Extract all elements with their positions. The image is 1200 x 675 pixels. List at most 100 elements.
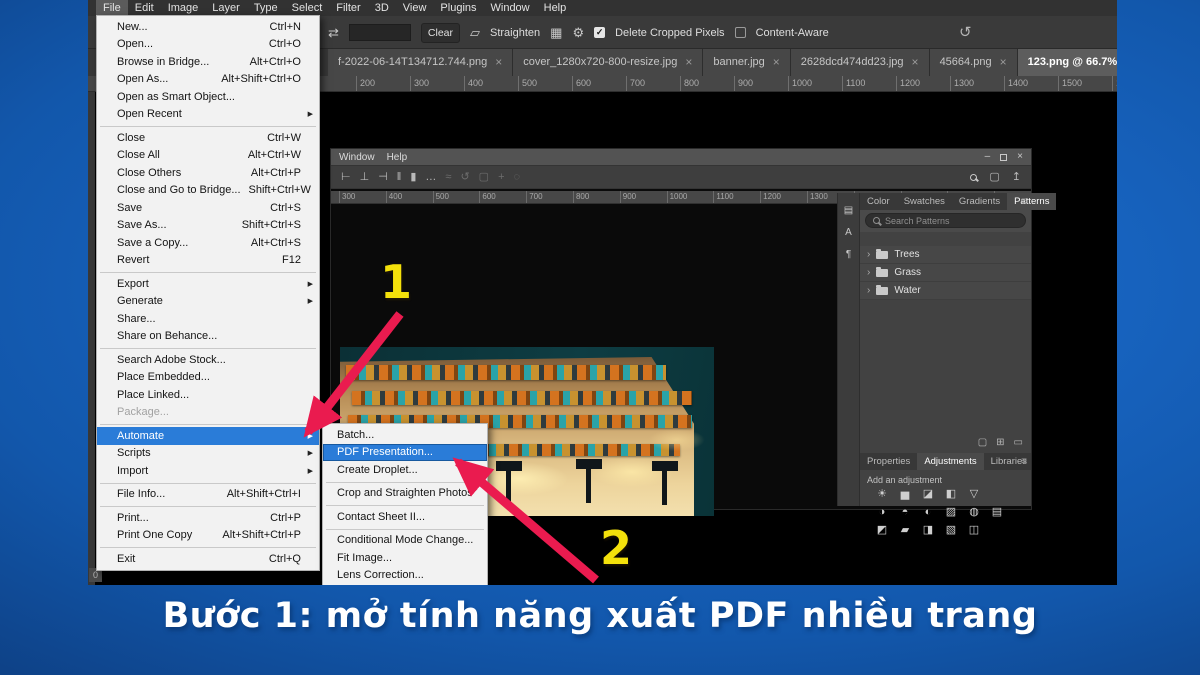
character-panel-icon[interactable]: A bbox=[845, 227, 852, 238]
grid-overlay-icon[interactable]: ▦ bbox=[550, 26, 562, 39]
panel-tab[interactable]: Color bbox=[860, 193, 897, 210]
workspace-icon[interactable]: ▢ bbox=[989, 172, 999, 183]
adjustment-icon[interactable]: ◩ bbox=[874, 524, 890, 537]
file-menu-item[interactable]: Place Linked... ▶ bbox=[97, 386, 319, 404]
adjustment-icon[interactable]: ◐ bbox=[920, 506, 936, 519]
restore-icon[interactable] bbox=[1000, 154, 1007, 161]
file-menu-item[interactable]: Search Adobe Stock... ▶ bbox=[97, 351, 319, 369]
glyphs-panel-icon[interactable]: ▤ bbox=[844, 205, 853, 216]
pattern-folder-row[interactable]: › Grass bbox=[860, 264, 1031, 282]
file-menu-item[interactable]: Close Ctrl+W ▶ bbox=[97, 129, 319, 147]
gear-icon[interactable]: ⚙ bbox=[572, 26, 584, 39]
delete-cropped-pixels-checkbox[interactable]: ✓ bbox=[594, 27, 605, 38]
automate-submenu-item[interactable]: PDF Presentation... ▶ bbox=[323, 444, 487, 462]
chevron-right-icon[interactable]: › bbox=[867, 267, 870, 278]
close-tab-icon[interactable]: × bbox=[685, 49, 692, 76]
file-menu-item[interactable]: File Info... Alt+Shift+Ctrl+I ▶ bbox=[97, 486, 319, 504]
file-menu-item[interactable]: Open as Smart Object... ▶ bbox=[97, 88, 319, 106]
file-menu-item[interactable]: Exit Ctrl+Q ▶ bbox=[97, 550, 319, 568]
panel-tab[interactable]: Swatches bbox=[897, 193, 952, 210]
panel-tab[interactable]: Patterns bbox=[1007, 193, 1056, 210]
file-menu-item[interactable]: Close All Alt+Ctrl+W ▶ bbox=[97, 147, 319, 165]
file-menu-item[interactable]: Share on Behance... ▶ bbox=[97, 328, 319, 346]
automate-submenu-item[interactable]: Batch... ▶ bbox=[323, 426, 487, 444]
document-tab[interactable]: 45664.png × bbox=[930, 49, 1018, 76]
panel-footer-icon[interactable]: ⊞ bbox=[996, 437, 1004, 451]
adjustment-icon[interactable]: ◧ bbox=[943, 488, 959, 501]
file-menu-item[interactable]: Save Ctrl+S ▶ bbox=[97, 199, 319, 217]
inner-menubar-item[interactable]: Window bbox=[339, 152, 375, 163]
align-tool-icon[interactable]: ⊢ bbox=[341, 172, 351, 183]
file-menu-item[interactable]: Revert F12 ▶ bbox=[97, 252, 319, 270]
automate-submenu-item[interactable]: Create Droplet... ▶ bbox=[323, 461, 487, 479]
pattern-folder-row[interactable]: › Water bbox=[860, 282, 1031, 300]
menubar-item[interactable]: Select bbox=[285, 0, 330, 16]
document-tab[interactable]: f-2022-06-14T134712.744.png × bbox=[328, 49, 513, 76]
paragraph-panel-icon[interactable]: ¶ bbox=[846, 249, 851, 260]
file-menu-item[interactable]: Scripts ▶ bbox=[97, 445, 319, 463]
file-menu-item[interactable]: Close and Go to Bridge... Shift+Ctrl+W ▶ bbox=[97, 182, 319, 200]
file-menu-item[interactable]: Place Embedded... ▶ bbox=[97, 369, 319, 387]
adjustment-icon[interactable]: ◓ bbox=[897, 506, 913, 519]
file-menu-item[interactable]: Share... ▶ bbox=[97, 310, 319, 328]
adjustment-icon[interactable]: ▽ bbox=[966, 488, 982, 501]
document-tab[interactable]: cover_1280x720-800-resize.jpg × bbox=[513, 49, 703, 76]
automate-submenu-item[interactable]: Crop and Straighten Photos ▶ bbox=[323, 485, 487, 503]
automate-submenu-item[interactable]: Contact Sheet II... ▶ bbox=[323, 508, 487, 526]
file-menu-item[interactable]: Automate ▶ bbox=[97, 427, 319, 445]
file-menu-item[interactable]: Save As... Shift+Ctrl+S ▶ bbox=[97, 217, 319, 235]
file-menu-item[interactable]: Export ▶ bbox=[97, 275, 319, 293]
swap-dimensions-icon[interactable]: ⇄ bbox=[328, 26, 339, 39]
menubar-item[interactable]: Filter bbox=[329, 0, 367, 16]
align-tool-icon[interactable]: ‖ bbox=[397, 172, 402, 183]
panel-footer-icon[interactable]: ▭ bbox=[1014, 437, 1023, 451]
chevron-right-icon[interactable]: › bbox=[867, 285, 870, 296]
close-tab-icon[interactable]: × bbox=[773, 49, 780, 76]
file-menu-item[interactable]: Print One Copy Alt+Shift+Ctrl+P ▶ bbox=[97, 527, 319, 545]
pattern-folder-row[interactable]: › Trees bbox=[860, 246, 1031, 264]
adjustment-icon[interactable]: ☀ bbox=[874, 488, 890, 501]
panel-tab[interactable]: Adjustments bbox=[917, 453, 983, 470]
panel-tab[interactable]: Gradients bbox=[952, 193, 1007, 210]
automate-submenu-item[interactable]: Fit Image... ▶ bbox=[323, 549, 487, 567]
menubar-item[interactable]: File bbox=[96, 0, 128, 16]
menubar-item[interactable]: View bbox=[396, 0, 434, 16]
adjustment-icon[interactable]: ◨ bbox=[920, 524, 936, 537]
close-tab-icon[interactable]: × bbox=[495, 49, 502, 76]
document-tab[interactable]: 123.png @ 66.7% (RGB/8 × bbox=[1018, 49, 1117, 76]
file-menu-item[interactable]: Open As... Alt+Shift+Ctrl+O ▶ bbox=[97, 71, 319, 89]
menubar-item[interactable]: Layer bbox=[205, 0, 247, 16]
adjustment-icon[interactable]: ▧ bbox=[943, 524, 959, 537]
share-icon[interactable]: ↥ bbox=[1012, 172, 1021, 183]
menubar-item[interactable]: Plugins bbox=[433, 0, 483, 16]
adjustment-icon[interactable]: ◍ bbox=[966, 506, 982, 519]
content-aware-checkbox[interactable] bbox=[735, 27, 746, 38]
file-menu-item[interactable]: New... Ctrl+N ▶ bbox=[97, 18, 319, 36]
search-icon[interactable] bbox=[970, 174, 977, 181]
file-menu-item[interactable]: Generate ▶ bbox=[97, 293, 319, 311]
panel-menu-icon[interactable]: ≡ bbox=[1021, 193, 1027, 210]
chevron-right-icon[interactable]: › bbox=[867, 249, 870, 260]
align-tool-icon[interactable]: ⊥ bbox=[360, 172, 370, 183]
automate-submenu-item[interactable]: Conditional Mode Change... ▶ bbox=[323, 532, 487, 550]
menubar-item[interactable]: Edit bbox=[128, 0, 161, 16]
file-menu-item[interactable]: Close Others Alt+Ctrl+P ▶ bbox=[97, 164, 319, 182]
inner-menubar-item[interactable]: Help bbox=[387, 152, 408, 163]
search-input[interactable]: Search Patterns bbox=[865, 213, 1026, 228]
close-icon[interactable]: × bbox=[1017, 152, 1023, 162]
menubar-item[interactable]: 3D bbox=[368, 0, 396, 16]
document-tab[interactable]: banner.jpg × bbox=[703, 49, 790, 76]
file-menu-item[interactable]: Print... Ctrl+P ▶ bbox=[97, 509, 319, 527]
menubar-item[interactable]: Help bbox=[537, 0, 574, 16]
align-tool-icon[interactable]: … bbox=[425, 172, 436, 183]
minimize-icon[interactable]: – bbox=[985, 152, 991, 162]
menubar-item[interactable]: Type bbox=[247, 0, 285, 16]
straighten-label[interactable]: Straighten bbox=[490, 27, 540, 39]
menubar-item[interactable]: Window bbox=[484, 0, 537, 16]
close-tab-icon[interactable]: × bbox=[912, 49, 919, 76]
ratio-input[interactable] bbox=[349, 24, 411, 41]
adjustment-icon[interactable]: ▤ bbox=[989, 506, 1005, 519]
close-tab-icon[interactable]: × bbox=[1000, 49, 1007, 76]
document-tab[interactable]: 2628dcd474dd23.jpg × bbox=[791, 49, 930, 76]
adjustment-icon[interactable]: ▨ bbox=[943, 506, 959, 519]
